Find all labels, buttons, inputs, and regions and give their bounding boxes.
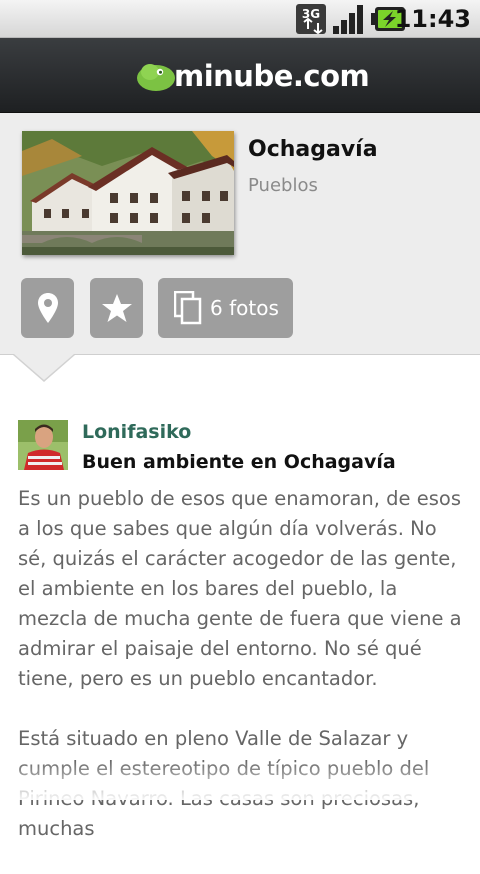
- avatar-photo: [18, 420, 68, 470]
- review-title: Buen ambiente en Ochagavía: [82, 451, 396, 473]
- signal-strength-icon: [333, 5, 363, 34]
- panel-pointer: [14, 354, 74, 380]
- review-author[interactable]: Lonifasiko: [82, 421, 191, 443]
- logo-text: minube.com: [174, 59, 370, 93]
- status-time: 11:43: [394, 5, 471, 33]
- review-paragraph: Es un pueblo de esos que enamoran, de es…: [18, 487, 462, 690]
- author-avatar[interactable]: [18, 420, 68, 470]
- network-3g-icon: 3G: [296, 4, 326, 34]
- app-header: minube.com: [0, 38, 480, 113]
- review-body: Es un pueblo de esos que enamoran, de es…: [18, 484, 468, 874]
- photos-count-label: 6 fotos: [210, 296, 279, 320]
- star-icon: [101, 294, 132, 322]
- minube-cloud-icon: [137, 64, 175, 91]
- map-pin-icon: [37, 293, 58, 323]
- place-photo[interactable]: [22, 131, 234, 255]
- photos-button[interactable]: 6 fotos: [158, 278, 293, 338]
- map-button[interactable]: [21, 278, 74, 338]
- place-category[interactable]: Pueblos: [248, 175, 318, 196]
- status-bar: 3G 11:43: [0, 0, 480, 38]
- village-photo-illustration: [22, 131, 234, 255]
- minube-logo[interactable]: minube.com: [136, 58, 370, 94]
- favorite-button[interactable]: [90, 278, 143, 338]
- photos-stack-icon: [174, 291, 202, 325]
- svg-text:3G: 3G: [302, 7, 320, 21]
- place-title: Ochagavía: [248, 137, 378, 162]
- bottom-fade: [0, 760, 480, 800]
